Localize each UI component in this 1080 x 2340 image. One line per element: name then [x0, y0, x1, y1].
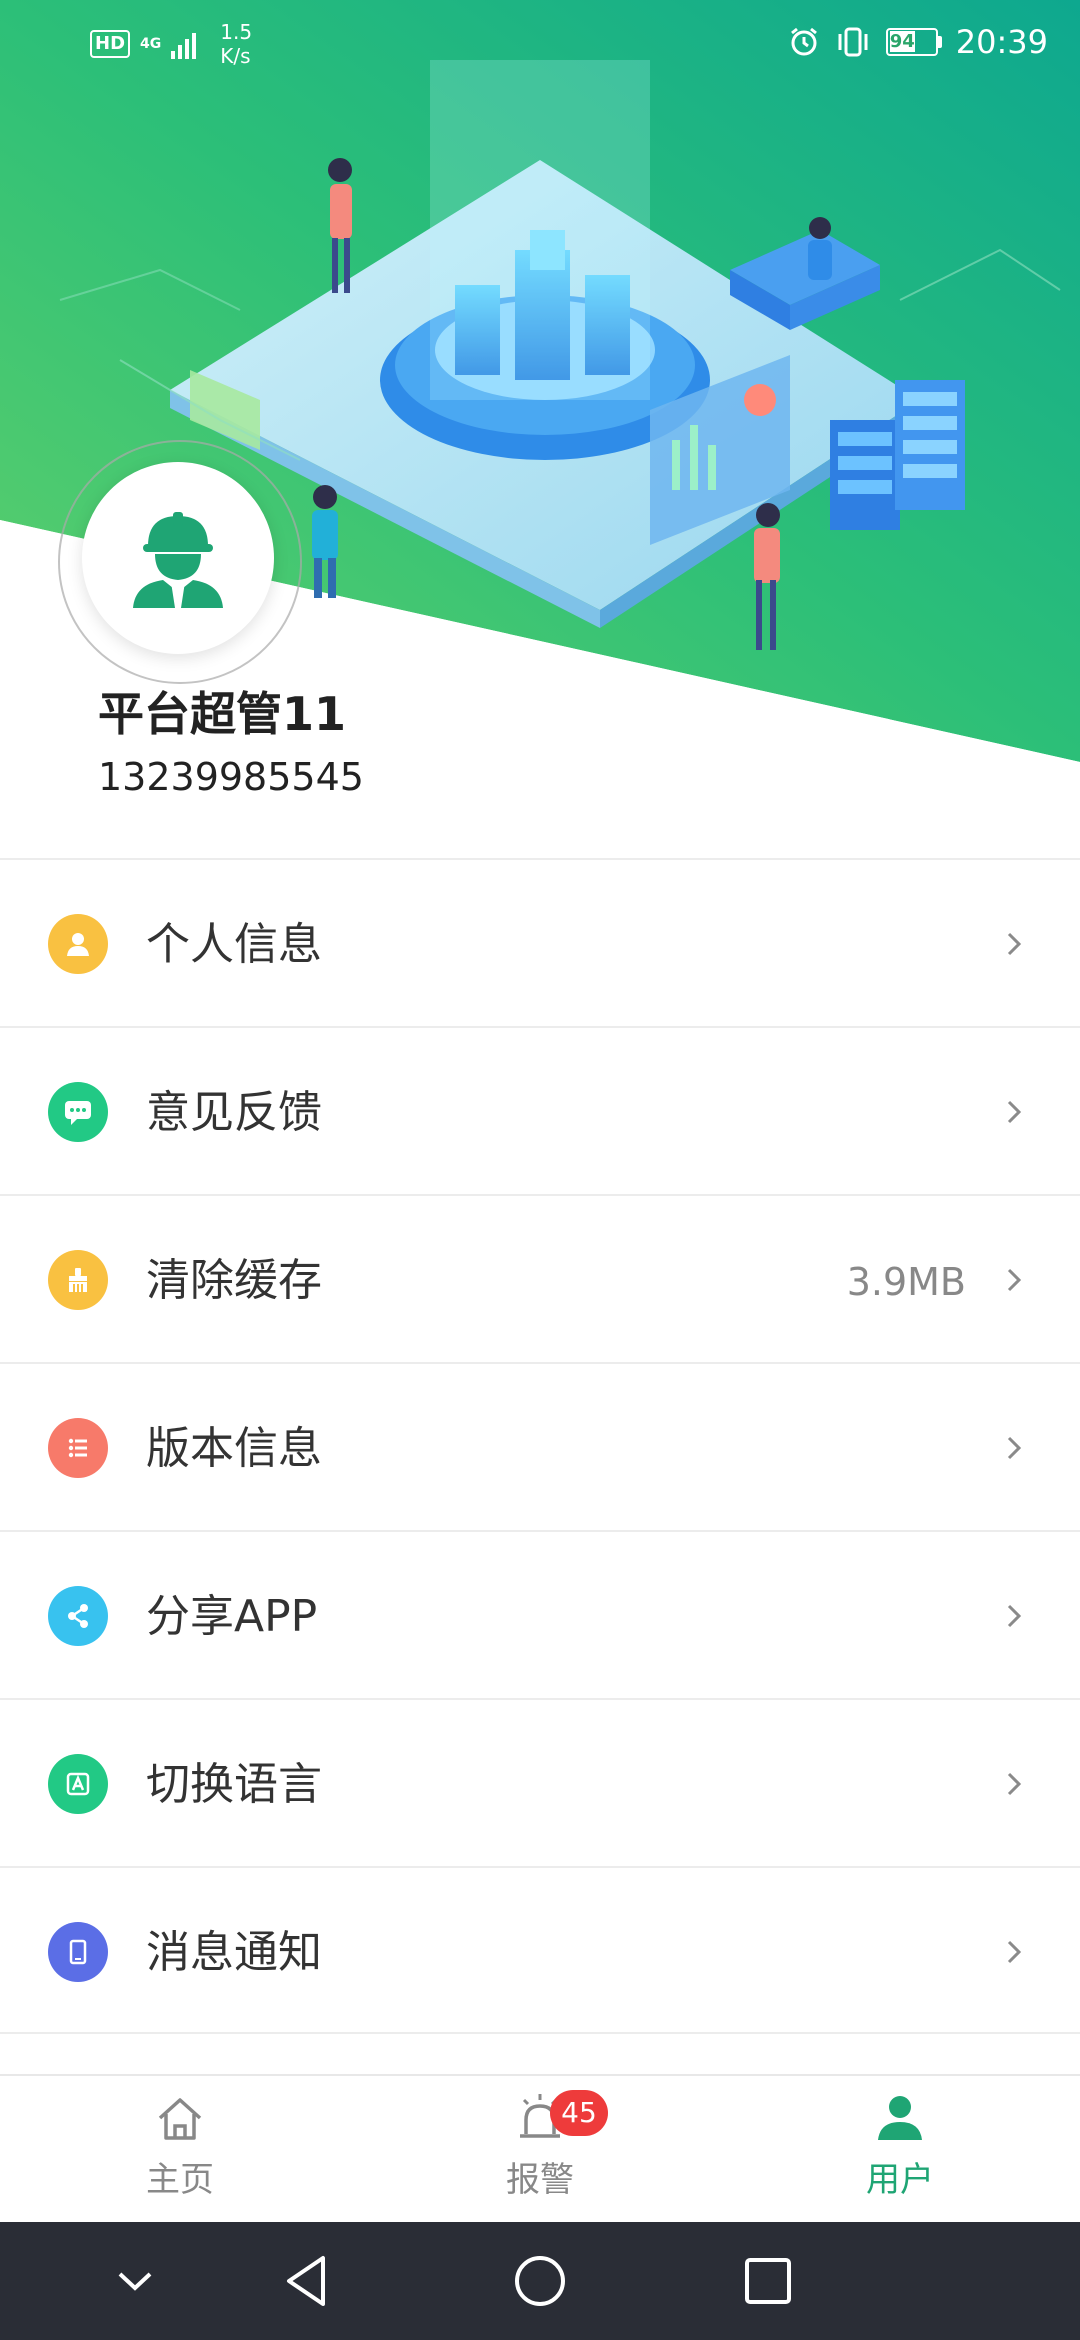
menu-label: 意见反馈 [146, 1087, 322, 1138]
avatar[interactable] [82, 462, 274, 654]
hd-indicator: HD [90, 30, 131, 58]
chevron-down-icon[interactable] [100, 2246, 170, 2316]
tab-user[interactable]: 用户 [800, 2076, 1000, 2224]
chat-bubble-icon [48, 1082, 108, 1142]
alarm-count-badge: 45 [550, 2090, 608, 2136]
menu-label: 切换语言 [146, 1759, 322, 1810]
chevron-right-icon [1007, 1940, 1022, 1964]
chevron-right-icon [1007, 1604, 1022, 1628]
menu-label: 分享APP [146, 1591, 318, 1642]
menu-label: 消息通知 [146, 1927, 322, 1978]
clock: 20:39 [955, 23, 1048, 61]
menu-item-switch-language[interactable]: 切换语言 [0, 1698, 1080, 1866]
user-icon [48, 914, 108, 974]
tab-label: 报警 [506, 2160, 574, 2200]
menu-item-feedback[interactable]: 意见反馈 [0, 1026, 1080, 1194]
menu-item-personal-info[interactable]: 个人信息 [0, 858, 1080, 1026]
home-icon [158, 2098, 202, 2140]
network-type: 4G [140, 36, 162, 52]
phone-icon [48, 1922, 108, 1982]
menu-item-share-app[interactable]: 分享APP [0, 1530, 1080, 1698]
status-right: 94 20:39 [788, 22, 1048, 62]
vibrate-icon [838, 27, 868, 57]
bottom-tab-bar: 主页 45 报警 用户 [0, 2074, 1080, 2222]
menu-label: 版本信息 [146, 1423, 322, 1474]
cache-size: 3.9MB [846, 1260, 966, 1304]
tab-label: 主页 [146, 2160, 214, 2200]
status-bar: HD 4G 1.5 K/s 94 20:39 [0, 0, 1080, 84]
tab-label: 用户 [866, 2160, 934, 2200]
chevron-right-icon [1007, 1436, 1022, 1460]
alarm-clock-icon [790, 27, 817, 56]
menu-item-notifications[interactable]: 消息通知 [0, 1866, 1080, 2034]
chevron-right-icon [1007, 1100, 1022, 1124]
broom-icon [48, 1250, 108, 1310]
tab-alarm[interactable]: 45 报警 [440, 2076, 640, 2224]
settings-menu: 个人信息 意见反馈 清除缓存 3.9MB 版本信息 分享APP 切换语言 消息通… [0, 858, 1080, 2034]
battery-icon: 94 [885, 28, 942, 56]
status-left: HD 4G 1.5 K/s [90, 20, 252, 68]
network-speed: 1.5 K/s [220, 20, 252, 68]
signal-icon [171, 29, 197, 59]
recent-apps-icon[interactable] [733, 2246, 803, 2316]
speed-value: 1.5 [220, 20, 253, 44]
list-icon [48, 1418, 108, 1478]
tab-home[interactable]: 主页 [80, 2076, 280, 2224]
profile-name: 平台超管11 [98, 687, 347, 741]
menu-label: 清除缓存 [146, 1255, 322, 1306]
chevron-right-icon [1007, 932, 1022, 956]
menu-label: 个人信息 [146, 919, 322, 970]
battery-level: 94 [889, 31, 915, 52]
language-icon [48, 1754, 108, 1814]
back-icon[interactable] [275, 2246, 345, 2316]
chevron-right-icon [1007, 1772, 1022, 1796]
chevron-right-icon [1007, 1268, 1022, 1292]
speed-unit: K/s [220, 44, 251, 68]
home-circle-icon[interactable] [505, 2246, 575, 2316]
menu-item-version-info[interactable]: 版本信息 [0, 1362, 1080, 1530]
menu-item-clear-cache[interactable]: 清除缓存 3.9MB [0, 1194, 1080, 1362]
worker-avatar-icon [133, 512, 223, 608]
share-icon [48, 1586, 108, 1646]
system-navigation-bar [0, 2222, 1080, 2340]
profile-phone: 13239985545 [98, 755, 364, 799]
user-icon [878, 2096, 922, 2140]
